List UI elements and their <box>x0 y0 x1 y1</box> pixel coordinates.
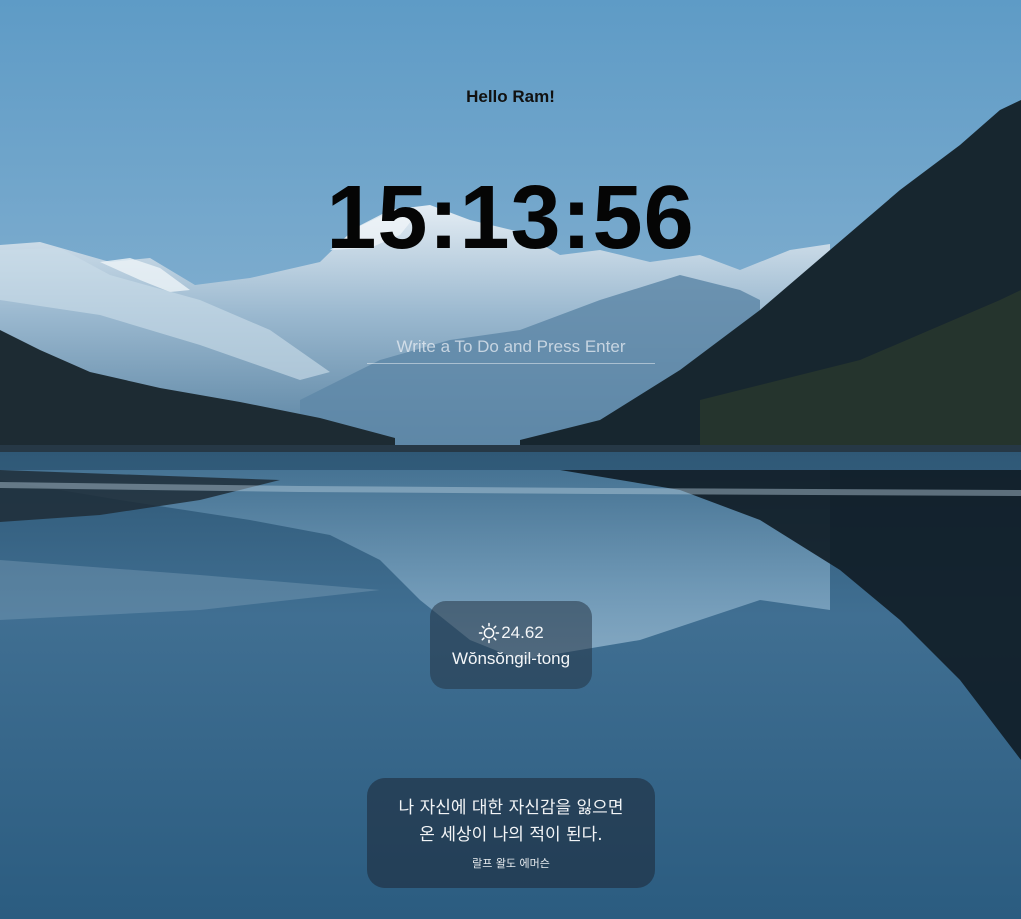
weather-location: Wŏnsŏngil-tong <box>451 649 571 668</box>
weather-card: 24.62 Wŏnsŏngil-tong <box>430 601 592 689</box>
sun-icon <box>478 622 500 644</box>
quote-author: 랄프 왈도 에머슨 <box>472 857 550 870</box>
todo-input[interactable] <box>367 330 655 364</box>
weather-summary: 24.62 <box>430 622 592 644</box>
quote-card: 나 자신에 대한 자신감을 잃으면 온 세상이 나의 적이 된다. 랄프 왈도 … <box>367 778 655 888</box>
greeting-text: Hello Ram! <box>466 87 555 106</box>
quote-line-2: 온 세상이 나의 적이 된다. <box>419 825 603 845</box>
todo-form <box>367 330 655 364</box>
quote-line-1: 나 자신에 대한 자신감을 잃으면 <box>398 798 624 818</box>
clock-display: 15:13:56 <box>326 168 695 268</box>
weather-temperature: 24.62 <box>501 623 544 642</box>
quote-text: 나 자신에 대한 자신감을 잃으면 온 세상이 나의 적이 된다. <box>367 795 655 849</box>
